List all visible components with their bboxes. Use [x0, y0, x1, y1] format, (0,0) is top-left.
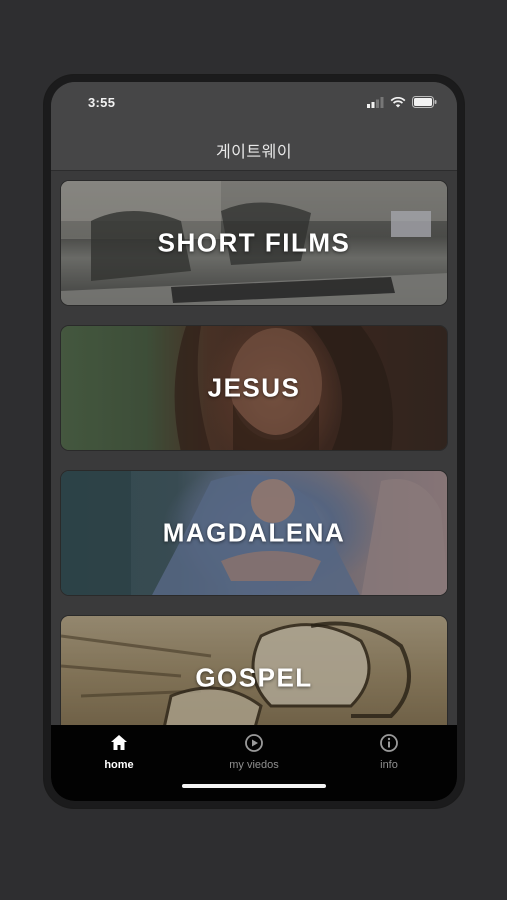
card-title-magdalena: MAGDALENA	[162, 517, 346, 548]
tab-info[interactable]: info	[329, 733, 449, 771]
tab-home[interactable]: home	[59, 733, 179, 771]
category-list: SHORT FILMS JESUS MAGDALENA GOSPEL	[51, 171, 457, 725]
wifi-icon	[390, 96, 406, 107]
page-title: 게이트웨이	[215, 144, 293, 161]
card-title-short-films: SHORT FILMS	[157, 227, 351, 258]
tab-label-home: home	[104, 759, 134, 771]
info-icon	[380, 734, 398, 752]
card-title-jesus: JESUS	[207, 372, 301, 403]
status-bar: 3:55	[51, 82, 457, 126]
play-icon	[245, 734, 263, 752]
phone-frame: 3:55 게이트웨이 SHORT FILMS JESUS MAGDALENA G…	[44, 75, 464, 808]
tab-label-info: info	[380, 759, 398, 771]
signal-icon	[367, 96, 384, 108]
status-time: 3:55	[88, 95, 116, 110]
tab-my-videos[interactable]: my viedos	[194, 733, 314, 771]
card-gospel[interactable]: GOSPEL	[60, 615, 448, 725]
nav-header: 게이트웨이	[51, 126, 457, 171]
tab-bar: home my viedos info	[51, 725, 457, 801]
card-jesus[interactable]: JESUS	[60, 325, 448, 451]
app-screen: 3:55 게이트웨이 SHORT FILMS JESUS MAGDALENA G…	[51, 82, 457, 801]
card-short-films[interactable]: SHORT FILMS	[60, 180, 448, 306]
card-title-gospel: GOSPEL	[195, 662, 313, 693]
tab-label-my-videos: my viedos	[229, 759, 279, 771]
card-magdalena[interactable]: MAGDALENA	[60, 470, 448, 596]
home-icon	[111, 735, 127, 750]
battery-icon	[412, 96, 437, 108]
status-icons	[367, 96, 437, 108]
home-indicator[interactable]	[182, 784, 326, 788]
